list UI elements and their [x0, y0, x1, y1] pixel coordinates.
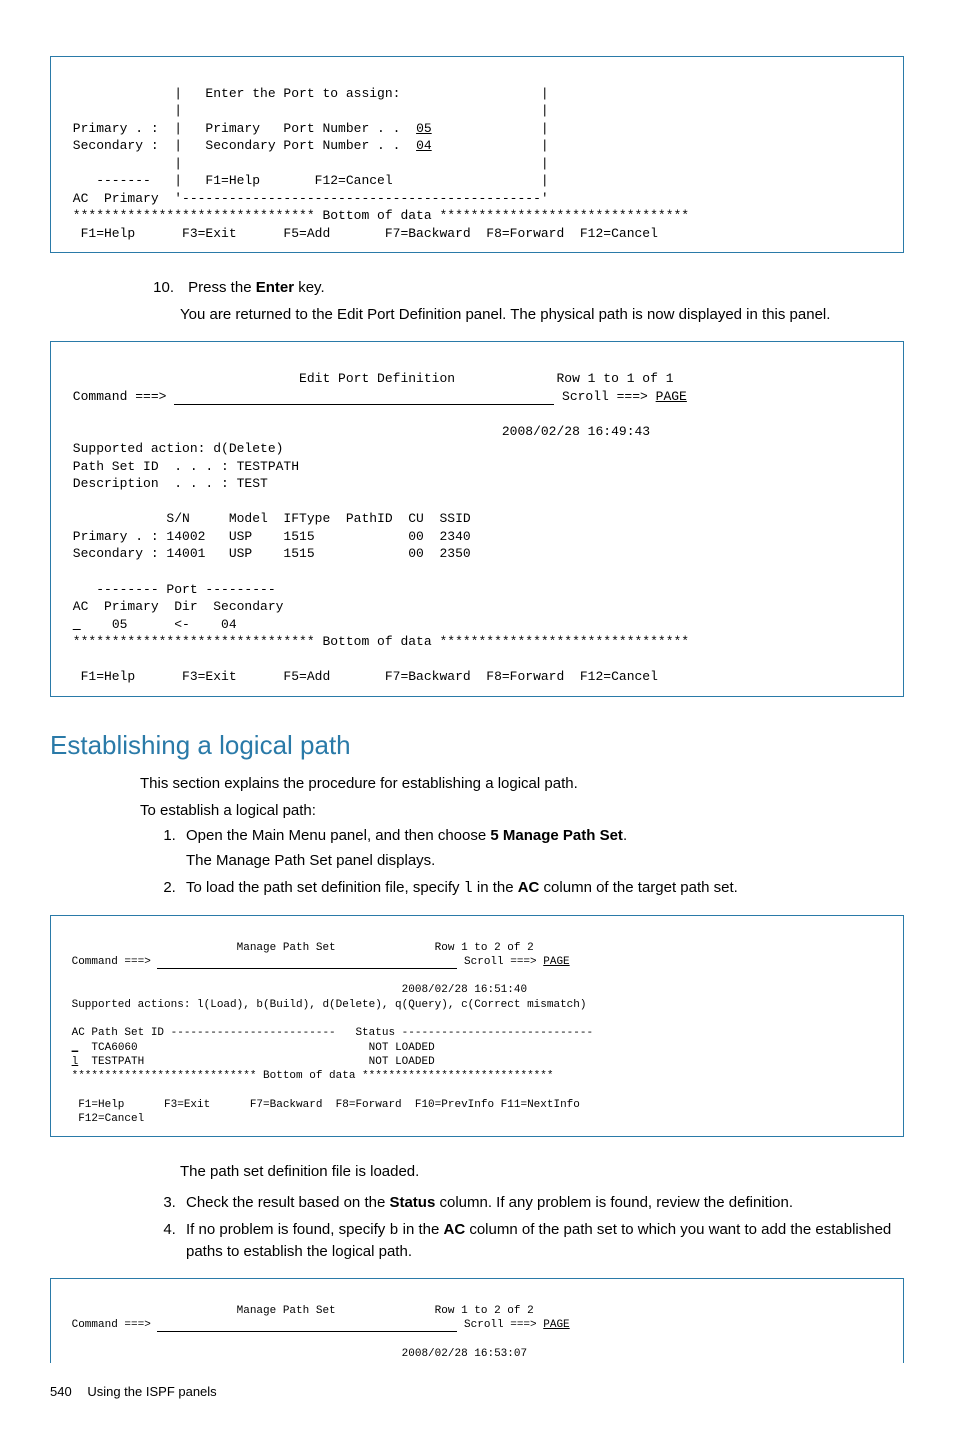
line: | [432, 138, 549, 153]
timestamp: 2008/02/28 16:49:43 [65, 424, 650, 439]
line: 05 <- 04 [81, 617, 237, 632]
scroll-value: PAGE [543, 1319, 569, 1331]
line: F1=Help F3=Exit F5=Add F7=Backward F8=Fo… [65, 226, 658, 241]
steps-list-continued: Check the result based on the Status col… [140, 1192, 904, 1262]
line: | Enter the Port to assign: | [65, 86, 549, 101]
command-input[interactable] [157, 1323, 457, 1333]
step-1: Open the Main Menu panel, and then choos… [180, 825, 904, 871]
step-1-sub: The Manage Path Set panel displays. [186, 850, 904, 871]
line: Primary . : | Primary Port Number . . [65, 121, 416, 136]
line: AC Primary Dir Secondary [65, 599, 283, 614]
line: ------- | F1=Help F12=Cancel | [65, 173, 549, 188]
line: Supported actions: l(Load), b(Build), d(… [65, 999, 587, 1011]
step-4: If no problem is found, specify b in the… [180, 1219, 904, 1262]
loaded-text: The path set definition file is loaded. [180, 1161, 904, 1182]
primary-port-value: 05 [416, 121, 432, 136]
title-line: Manage Path Set Row 1 to 2 of 2 [65, 942, 534, 954]
terminal-manage-path-set-1: Manage Path Set Row 1 to 2 of 2 Command … [50, 915, 904, 1137]
title-line: Manage Path Set Row 1 to 2 of 2 [65, 1305, 534, 1317]
line: | [432, 121, 549, 136]
scroll-value: PAGE [656, 389, 687, 404]
line: F1=Help F3=Exit F7=Backward F8=Forward F… [65, 1099, 580, 1111]
page-footer: 540 Using the ISPF panels [50, 1383, 904, 1401]
line: AC Path Set ID -------------------------… [65, 1027, 593, 1039]
line: Supported action: d(Delete) [65, 441, 283, 456]
step-number: 10. [140, 277, 174, 298]
cmd-label: Command ===> [65, 389, 174, 404]
ac-field[interactable]: _ [73, 617, 81, 632]
step-2: To load the path set definition file, sp… [180, 877, 904, 899]
command-input[interactable] [174, 392, 554, 405]
command-input[interactable] [157, 959, 457, 969]
timestamp: 2008/02/28 16:53:07 [65, 1348, 527, 1360]
step-3: Check the result based on the Status col… [180, 1192, 904, 1213]
step-text: Press the [188, 279, 256, 296]
line [65, 617, 73, 632]
section-intro2: To establish a logical path: [140, 800, 904, 821]
line: | | [65, 103, 549, 118]
scroll-label: Scroll ===> [457, 956, 543, 968]
cmd-label: Command ===> [65, 1319, 157, 1331]
title-line: Edit Port Definition Row 1 to 1 of 1 [65, 371, 674, 386]
line: Description . . . : TEST [65, 476, 268, 491]
line: Path Set ID . . . : TESTPATH [65, 459, 299, 474]
terminal-edit-port-definition: Edit Port Definition Row 1 to 1 of 1 Com… [50, 341, 904, 696]
line: | | [65, 156, 549, 171]
scroll-label: Scroll ===> [554, 389, 655, 404]
line: AC Primary '----------------------------… [65, 191, 549, 206]
scroll-value: PAGE [543, 956, 569, 968]
line: ******************************* Bottom o… [65, 208, 689, 223]
section-intro: This section explains the procedure for … [140, 773, 904, 794]
enter-key-label: Enter [256, 279, 294, 296]
line: Secondary : 14001 USP 1515 00 2350 [65, 546, 471, 561]
page-number: 540 [50, 1383, 72, 1401]
line: Primary . : 14002 USP 1515 00 2340 [65, 529, 471, 544]
line: S/N Model IFType PathID CU SSID [65, 511, 471, 526]
line: Secondary : | Secondary Port Number . . [65, 138, 416, 153]
line: **************************** Bottom of d… [65, 1070, 553, 1082]
footer-label: Using the ISPF panels [87, 1384, 216, 1399]
scroll-label: Scroll ===> [457, 1319, 543, 1331]
timestamp: 2008/02/28 16:51:40 [65, 984, 527, 996]
terminal-port-assign: | Enter the Port to assign: | | | Primar… [50, 56, 904, 253]
line: ******************************* Bottom o… [65, 634, 689, 649]
secondary-port-value: 04 [416, 138, 432, 153]
terminal-manage-path-set-2: Manage Path Set Row 1 to 2 of 2 Command … [50, 1278, 904, 1362]
section-heading: Establishing a logical path [50, 727, 904, 763]
line: -------- Port --------- [65, 582, 276, 597]
steps-list: Open the Main Menu panel, and then choos… [140, 825, 904, 899]
cmd-label: Command ===> [65, 956, 157, 968]
line: F12=Cancel [65, 1113, 144, 1125]
step-description: You are returned to the Edit Port Defini… [180, 304, 904, 325]
line: F1=Help F3=Exit F5=Add F7=Backward F8=Fo… [65, 669, 658, 684]
